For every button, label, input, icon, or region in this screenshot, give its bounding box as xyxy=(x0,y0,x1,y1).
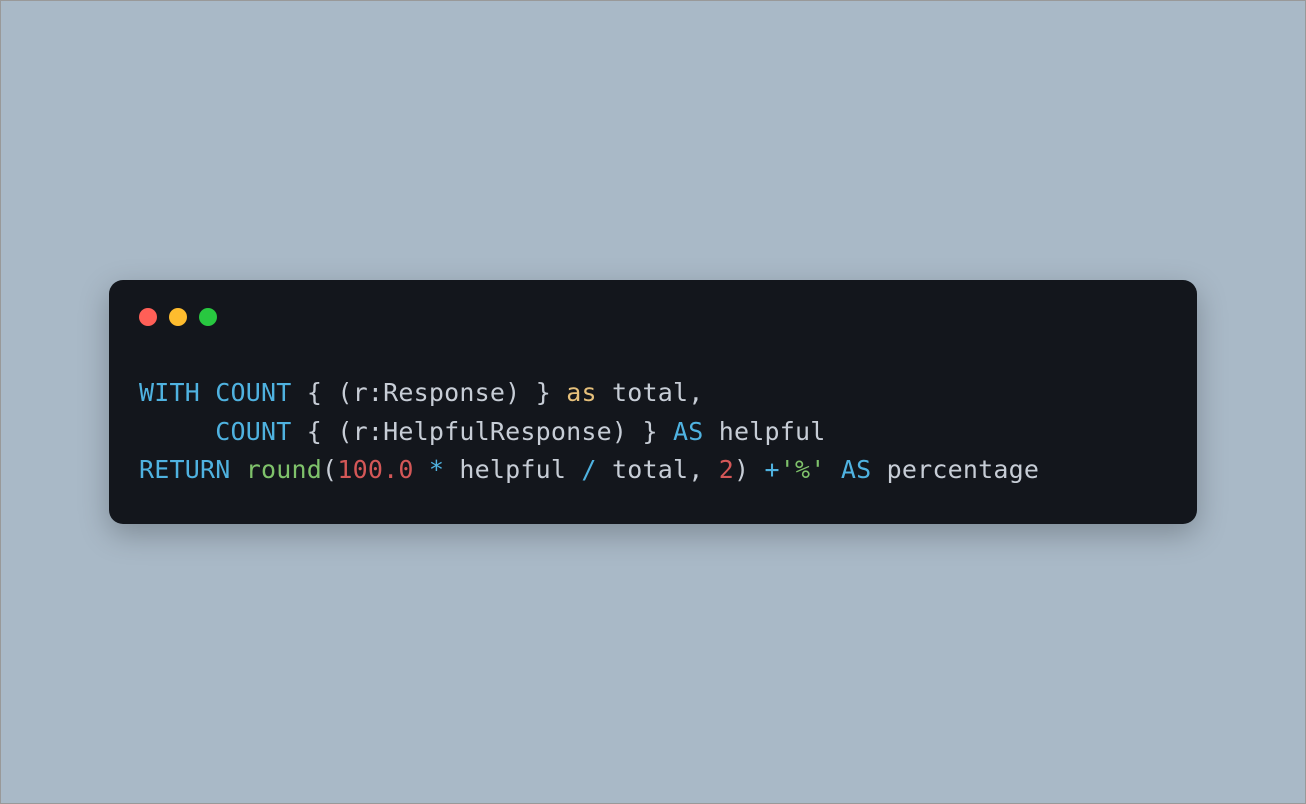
right-paren: ) xyxy=(734,455,749,484)
variable-r: r xyxy=(353,417,368,446)
function-count: COUNT xyxy=(215,378,291,407)
titlebar xyxy=(139,308,1167,326)
zoom-icon[interactable] xyxy=(199,308,217,326)
left-brace: { xyxy=(307,378,322,407)
operator-slash: / xyxy=(581,455,596,484)
identifier-percentage: percentage xyxy=(887,455,1040,484)
left-paren: ( xyxy=(337,378,352,407)
comma: , xyxy=(688,455,703,484)
colon: : xyxy=(368,417,383,446)
variable-r: r xyxy=(353,378,368,407)
left-brace: { xyxy=(307,417,322,446)
indent xyxy=(139,417,215,446)
right-paren: ) xyxy=(505,378,520,407)
right-brace: } xyxy=(536,378,551,407)
identifier-helpful: helpful xyxy=(719,417,826,446)
right-paren: ) xyxy=(612,417,627,446)
number-100: 100.0 xyxy=(337,455,413,484)
label-response: Response xyxy=(383,378,505,407)
function-count: COUNT xyxy=(215,417,291,446)
code-block: WITH COUNT { (r:Response) } as total, CO… xyxy=(139,374,1167,490)
colon: : xyxy=(368,378,383,407)
identifier-total: total xyxy=(612,455,688,484)
label-helpfulresponse: HelpfulResponse xyxy=(383,417,612,446)
keyword-as: AS xyxy=(673,417,704,446)
function-round: round xyxy=(246,455,322,484)
operator-plus: + xyxy=(765,455,780,484)
keyword-return: RETURN xyxy=(139,455,231,484)
comma: , xyxy=(688,378,703,407)
keyword-as: AS xyxy=(841,455,872,484)
string-percent: '%' xyxy=(780,455,826,484)
left-paren: ( xyxy=(337,417,352,446)
operator-star: * xyxy=(429,455,444,484)
right-brace: } xyxy=(642,417,657,446)
close-icon[interactable] xyxy=(139,308,157,326)
minimize-icon[interactable] xyxy=(169,308,187,326)
identifier-helpful: helpful xyxy=(459,455,566,484)
number-2: 2 xyxy=(719,455,734,484)
left-paren: ( xyxy=(322,455,337,484)
keyword-as-lower: as xyxy=(566,378,597,407)
keyword-with: WITH xyxy=(139,378,200,407)
code-window: WITH COUNT { (r:Response) } as total, CO… xyxy=(109,280,1197,524)
identifier-total: total xyxy=(612,378,688,407)
